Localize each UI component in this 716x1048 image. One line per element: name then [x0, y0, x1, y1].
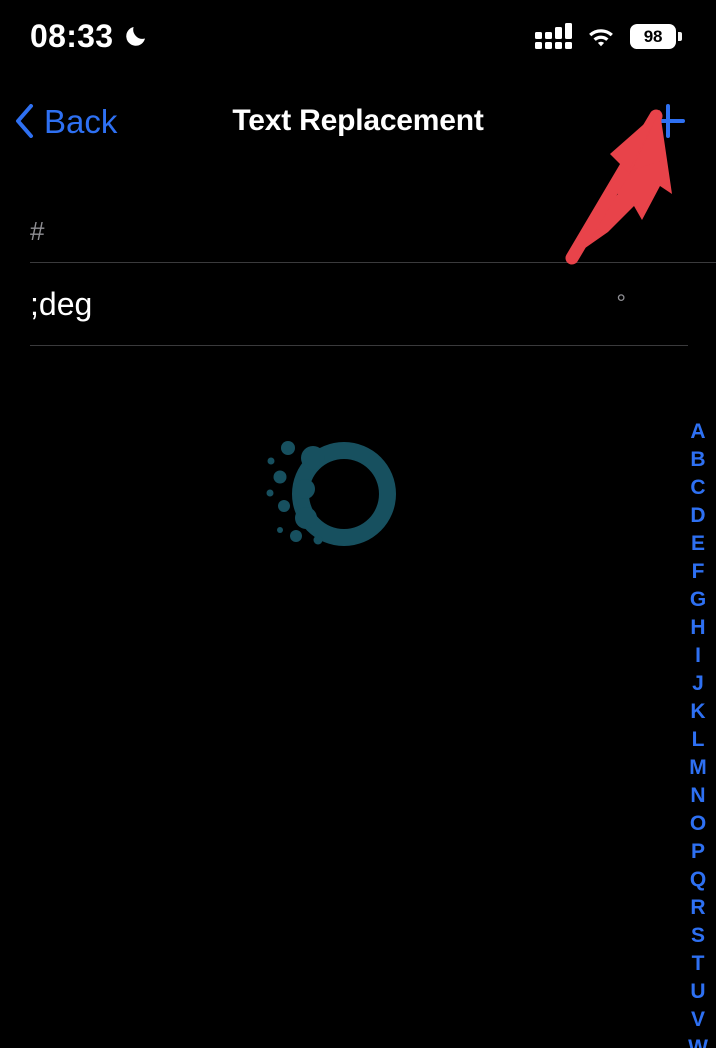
index-letter[interactable]: A [680, 418, 716, 446]
index-letter[interactable]: K [680, 698, 716, 726]
battery-cap [678, 31, 682, 41]
battery-indicator: 98 [630, 23, 682, 49]
row-phrase: ;deg [30, 286, 93, 322]
index-letter[interactable]: F [680, 558, 716, 586]
dissolving-ring-logo [258, 432, 398, 556]
text-replacement-list: # ;deg ° [0, 200, 716, 346]
index-letter[interactable]: O [680, 810, 716, 838]
index-letter[interactable]: T [680, 950, 716, 978]
separator-bottom [30, 345, 688, 346]
index-letter[interactable]: B [680, 446, 716, 474]
navigation-bar: Text Replacement Back [0, 88, 716, 154]
index-letter[interactable]: I [680, 642, 716, 670]
index-letter[interactable]: M [680, 754, 716, 782]
plus-icon [651, 104, 685, 138]
alphabet-index-bar[interactable]: A B C D E F G H I J K L M N O P Q R S T … [680, 418, 716, 1048]
iphone-screen: 08:33 98 Text Replacement Back # ;deg ° … [0, 0, 716, 1048]
index-letter[interactable]: H [680, 614, 716, 642]
index-letter[interactable]: E [680, 530, 716, 558]
battery-percent-label: 98 [643, 26, 663, 46]
index-letter[interactable]: U [680, 978, 716, 1006]
add-entry-button[interactable] [646, 88, 690, 154]
index-letter[interactable]: G [680, 586, 716, 614]
table-row[interactable]: ;deg ° [0, 263, 716, 345]
index-letter[interactable]: P [680, 838, 716, 866]
cellular-signal-icon [535, 23, 572, 49]
index-letter[interactable]: W [680, 1034, 716, 1048]
index-letter[interactable]: C [680, 474, 716, 502]
index-letter[interactable]: D [680, 502, 716, 530]
index-letter[interactable]: S [680, 922, 716, 950]
moon-icon [126, 27, 146, 46]
index-letter[interactable]: N [680, 782, 716, 810]
status-bar: 08:33 98 [0, 0, 716, 72]
section-header-hash: # [30, 216, 45, 246]
index-letter[interactable]: R [680, 894, 716, 922]
status-bar-left: 08:33 [30, 20, 148, 52]
status-bar-clock: 08:33 [30, 18, 114, 54]
index-letter[interactable]: Q [680, 866, 716, 894]
index-letter[interactable]: V [680, 1006, 716, 1034]
dissolving-ring-logo-glyph [266, 441, 396, 546]
wifi-icon [589, 28, 613, 46]
chevron-left-icon [16, 104, 33, 138]
index-letter[interactable]: J [680, 670, 716, 698]
status-bar-right: 98 [535, 23, 682, 49]
row-shortcut: ° [616, 290, 626, 317]
back-button-label: Back [44, 102, 118, 140]
index-letter[interactable]: L [680, 726, 716, 754]
back-button[interactable]: Back [14, 88, 117, 154]
